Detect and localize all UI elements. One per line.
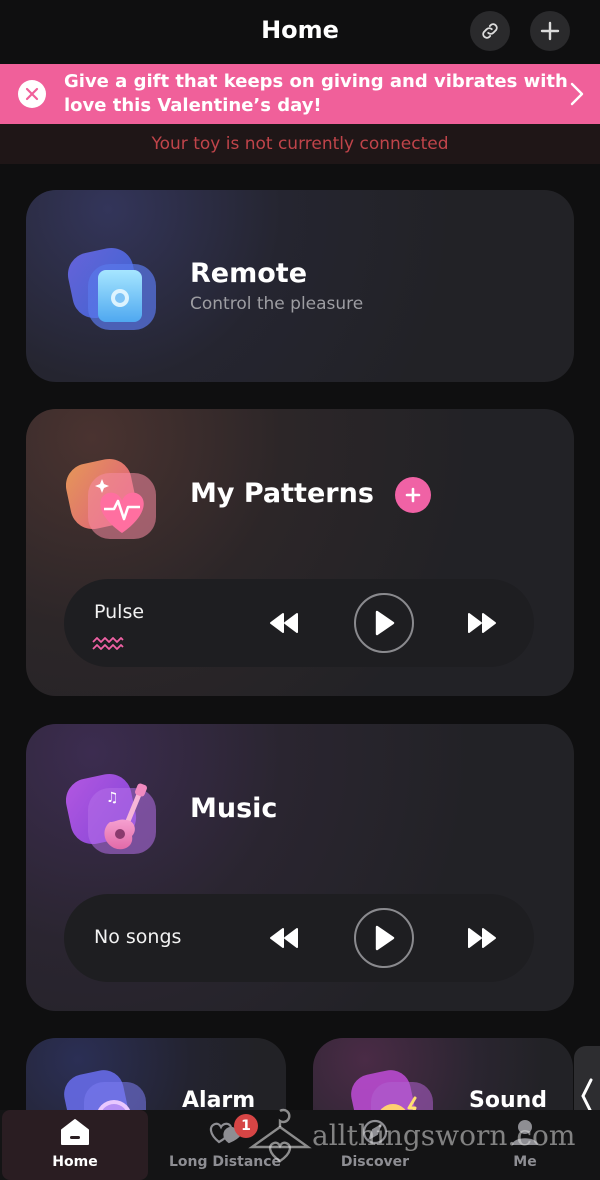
promo-text: Give a gift that keeps on giving and vib… — [64, 71, 568, 116]
tab-discover-label: Discover — [340, 1154, 410, 1170]
music-title: Music — [190, 793, 278, 824]
guitar-icon: ♫ — [66, 773, 156, 854]
heart-pulse-icon — [66, 458, 156, 539]
page-title: Home — [261, 16, 339, 44]
music-player: No songs — [64, 894, 534, 982]
plus-icon — [405, 487, 421, 503]
tab-long-distance[interactable]: Long Distance 1 — [150, 1110, 300, 1180]
connection-status: Your toy is not currently connected — [0, 124, 600, 164]
tab-long-distance-label: Long Distance — [168, 1154, 282, 1170]
plus-icon — [540, 21, 560, 41]
notification-badge: 1 — [234, 1114, 258, 1138]
discover-icon — [362, 1119, 388, 1145]
music-card[interactable]: ♫ Music No songs — [26, 724, 574, 1011]
remote-card[interactable]: Remote Control the pleasure — [26, 190, 574, 382]
add-button[interactable] — [530, 11, 570, 51]
fast-forward-icon — [468, 928, 496, 948]
tab-home[interactable]: Home — [2, 1110, 148, 1180]
promo-banner[interactable]: Give a gift that keeps on giving and vib… — [0, 64, 600, 124]
link-icon — [482, 23, 498, 39]
patterns-title: My Patterns — [190, 478, 374, 509]
rewind-icon — [270, 928, 298, 948]
link-button[interactable] — [470, 11, 510, 51]
previous-button[interactable] — [264, 922, 304, 954]
remote-icon — [67, 247, 156, 330]
pattern-player: Pulse — [64, 579, 534, 667]
tab-me-label: Me — [513, 1154, 537, 1170]
play-icon — [375, 925, 395, 951]
tab-discover[interactable]: Discover — [300, 1110, 450, 1180]
fast-forward-icon — [468, 613, 496, 633]
close-icon — [25, 87, 39, 101]
svg-text:♫: ♫ — [106, 790, 119, 806]
next-button[interactable] — [462, 607, 502, 639]
patterns-card[interactable]: My Patterns Pulse — [26, 409, 574, 696]
add-pattern-button[interactable] — [395, 477, 431, 513]
pattern-name: Pulse — [94, 601, 145, 623]
promo-close-button[interactable] — [18, 80, 46, 108]
bottom-navigation: Home Long Distance 1 Discover Me — [0, 1110, 600, 1180]
previous-button[interactable] — [264, 607, 304, 639]
wave-icon — [92, 637, 124, 650]
play-button[interactable] — [354, 593, 414, 653]
tab-me[interactable]: Me — [450, 1110, 600, 1180]
play-button[interactable] — [354, 908, 414, 968]
next-button[interactable] — [462, 922, 502, 954]
top-bar: Home — [0, 0, 600, 64]
chevron-right-icon — [570, 82, 584, 106]
tab-home-label: Home — [52, 1154, 98, 1170]
song-name: No songs — [94, 926, 182, 948]
rewind-icon — [270, 613, 298, 633]
home-icon — [61, 1119, 89, 1145]
remote-subtitle: Control the pleasure — [190, 294, 364, 314]
profile-icon — [512, 1120, 538, 1145]
remote-title: Remote — [190, 258, 308, 289]
play-icon — [375, 610, 395, 636]
